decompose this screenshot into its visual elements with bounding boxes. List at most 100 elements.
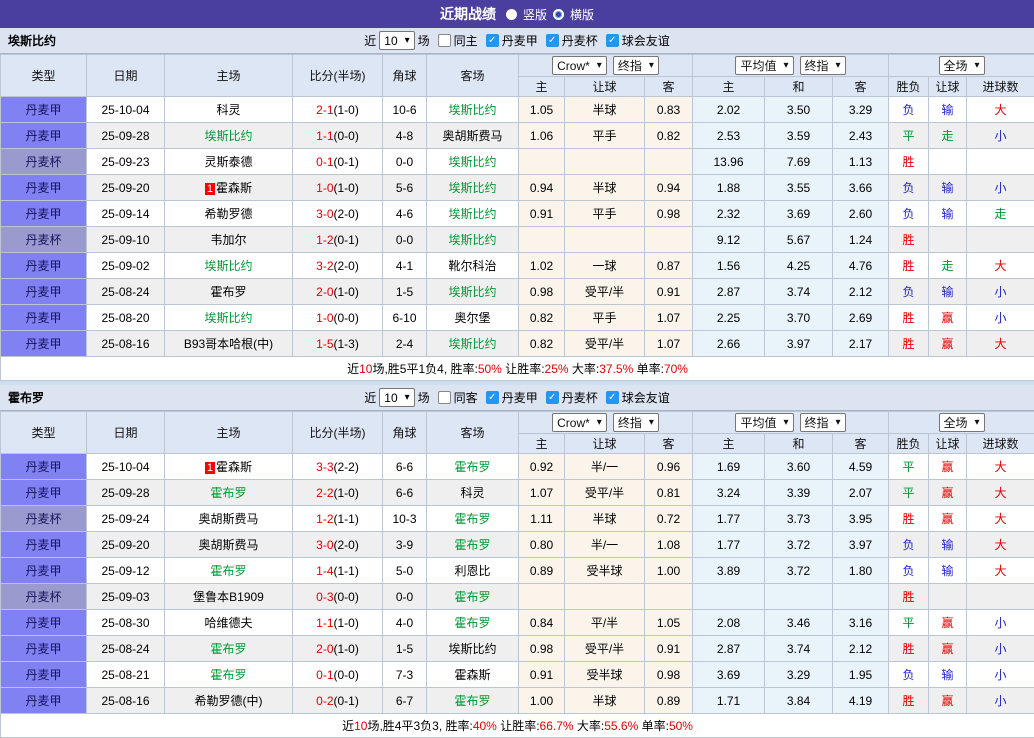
team-label: 埃斯比约 — [448, 207, 496, 221]
avg-draw-odds: 3.29 — [765, 662, 833, 688]
league2-checkbox[interactable]: ✓ — [546, 34, 559, 47]
games-count-select[interactable]: 10 ▾ — [379, 388, 414, 407]
corner-cell: 1-5 — [383, 279, 427, 305]
league3-checkbox[interactable]: ✓ — [606, 391, 619, 404]
avg-home-odds: 2.87 — [693, 636, 765, 662]
score-cell: 3-0(2-0) — [293, 201, 383, 227]
fulltime-score: 1-5 — [316, 337, 333, 351]
crow-home-odds: 0.98 — [519, 636, 565, 662]
result-handicap: 赢 — [929, 480, 967, 506]
score-cell: 3-2(2-0) — [293, 253, 383, 279]
score-cell: 1-4(1-1) — [293, 558, 383, 584]
score-cell: 0-3(0-0) — [293, 584, 383, 610]
avg-draw-odds: 3.50 — [765, 97, 833, 123]
crow-handicap: 受平/半 — [565, 279, 645, 305]
chevron-down-icon: ▾ — [784, 61, 789, 71]
crow-home-odds: 0.80 — [519, 532, 565, 558]
halftime-score: (0-1) — [334, 233, 359, 247]
chevron-down-icon: ▾ — [649, 418, 654, 428]
crow-company-select[interactable]: Crow*▾ — [552, 56, 607, 75]
team-label: 埃斯比约 — [448, 337, 496, 351]
crow-home-odds: 0.84 — [519, 610, 565, 636]
avg-home-odds: 3.69 — [693, 662, 765, 688]
rank-badge: 1 — [205, 183, 215, 195]
avg-draw-odds: 3.72 — [765, 558, 833, 584]
result-wl: 胜 — [889, 253, 929, 279]
games-suffix-label: 场 — [418, 32, 430, 49]
avg-draw-odds: 3.70 — [765, 305, 833, 331]
result-goals: 大 — [967, 480, 1034, 506]
league-type-cell: 丹麦杯 — [1, 506, 87, 532]
result-goals: 大 — [967, 97, 1034, 123]
avg-away-odds: 4.19 — [833, 688, 889, 714]
near-label: 近 — [364, 389, 376, 406]
result-goals: 大 — [967, 454, 1034, 480]
away-team-cell: 霍森斯 — [427, 662, 519, 688]
team-label: 灵斯泰德 — [204, 155, 252, 169]
date-cell: 25-09-12 — [87, 558, 165, 584]
avg-final-select[interactable]: 终指▾ — [800, 56, 846, 75]
radio-vertical[interactable] — [506, 9, 517, 20]
match-row: 丹麦甲25-09-28霍布罗2-2(1-0)6-6科灵1.07受平/半0.813… — [1, 480, 1034, 506]
league3-checkbox[interactable]: ✓ — [606, 34, 619, 47]
summary-segment: 让胜率: — [497, 719, 540, 733]
summary-segment: 大率: — [574, 719, 605, 733]
home-team-cell: 1霍森斯 — [165, 175, 293, 201]
radio-horizontal[interactable] — [553, 9, 564, 20]
radio-horizontal-label[interactable]: 横版 — [570, 6, 594, 23]
corner-cell: 6-7 — [383, 688, 427, 714]
radio-vertical-label[interactable]: 竖版 — [523, 6, 547, 23]
chevron-down-icon: ▾ — [975, 418, 980, 428]
away-team-cell: 埃斯比约 — [427, 331, 519, 357]
crow-final-select[interactable]: 终指▾ — [613, 413, 659, 432]
avg-source-select[interactable]: 平均值▾ — [735, 56, 793, 75]
result-wl: 胜 — [889, 227, 929, 253]
corner-cell: 4-1 — [383, 253, 427, 279]
league-type-cell: 丹麦甲 — [1, 688, 87, 714]
avg-final-select[interactable]: 终指▾ — [800, 413, 846, 432]
match-row: 丹麦甲25-08-24霍布罗2-0(1-0)1-5埃斯比约0.98受平/半0.9… — [1, 279, 1034, 305]
halftime-score: (0-0) — [334, 590, 359, 604]
result-wl: 平 — [889, 123, 929, 149]
chevron-down-icon: ▾ — [597, 418, 602, 428]
same-away-checkbox[interactable] — [438, 391, 451, 404]
avg-away-odds: 4.59 — [833, 454, 889, 480]
score-cell: 1-5(1-3) — [293, 331, 383, 357]
team-label: 霍森斯 — [454, 668, 490, 682]
matches-table: 类型 日期 主场 比分(半场) 角球 客场 Crow*▾ 终指▾ 平均值▾ 终指… — [0, 411, 1034, 738]
scope-select[interactable]: 全场▾ — [939, 56, 985, 75]
league1-checkbox[interactable]: ✓ — [486, 391, 499, 404]
team-label: 哈维德夫 — [204, 616, 252, 630]
halftime-score: (1-0) — [334, 285, 359, 299]
games-count-select[interactable]: 10 ▾ — [379, 31, 414, 50]
col-home: 主场 — [165, 412, 293, 454]
team-label: 霍布罗 — [454, 694, 490, 708]
crow-away-odds — [645, 227, 693, 253]
result-goals: 大 — [967, 253, 1034, 279]
avg-draw-odds: 3.72 — [765, 532, 833, 558]
avg-home-odds: 9.12 — [693, 227, 765, 253]
team-label: 霍布罗 — [210, 642, 246, 656]
fulltime-score: 0-3 — [316, 590, 333, 604]
result-wl: 胜 — [889, 688, 929, 714]
col-type: 类型 — [1, 55, 87, 97]
league2-checkbox[interactable]: ✓ — [546, 391, 559, 404]
result-handicap: 输 — [929, 558, 967, 584]
crow-final-select[interactable]: 终指▾ — [613, 56, 659, 75]
crow-away-odds — [645, 584, 693, 610]
avg-away-odds: 1.80 — [833, 558, 889, 584]
fulltime-score: 2-0 — [316, 642, 333, 656]
home-team-cell: 霍布罗 — [165, 480, 293, 506]
avg-home-odds — [693, 584, 765, 610]
crow-company-select[interactable]: Crow*▾ — [552, 413, 607, 432]
league1-checkbox[interactable]: ✓ — [486, 34, 499, 47]
scope-select[interactable]: 全场▾ — [939, 413, 985, 432]
near-label: 近 — [364, 32, 376, 49]
avg-home-odds: 1.88 — [693, 175, 765, 201]
fulltime-score: 1-1 — [316, 129, 333, 143]
avg-source-select[interactable]: 平均值▾ — [735, 413, 793, 432]
date-cell: 25-09-20 — [87, 175, 165, 201]
result-wl: 胜 — [889, 149, 929, 175]
same-home-checkbox[interactable] — [438, 34, 451, 47]
avg-draw-odds: 3.84 — [765, 688, 833, 714]
